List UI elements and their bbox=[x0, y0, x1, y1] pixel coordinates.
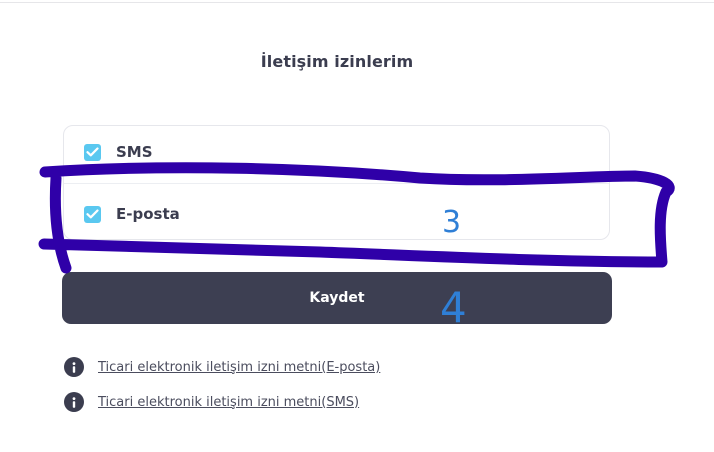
sms-permission-option[interactable]: SMS bbox=[84, 140, 153, 164]
info-icon bbox=[64, 357, 84, 377]
sms-consent-link[interactable]: Ticari elektronik iletişim izni metni(SM… bbox=[98, 395, 359, 410]
communication-permissions-page: İletişim izinlerim SMS E-posta Kaydet Ti… bbox=[0, 0, 714, 452]
email-consent-link[interactable]: Ticari elektronik iletişim izni metni(E-… bbox=[98, 360, 380, 375]
email-permission-option[interactable]: E-posta bbox=[84, 202, 180, 226]
save-button[interactable]: Kaydet bbox=[62, 272, 612, 324]
checkmark-icon bbox=[86, 147, 99, 157]
email-consent-link-row: Ticari elektronik iletişim izni metni(E-… bbox=[64, 357, 380, 377]
option-divider bbox=[64, 183, 609, 184]
sms-checkbox[interactable] bbox=[84, 143, 101, 161]
top-divider bbox=[0, 2, 714, 3]
sms-label: SMS bbox=[116, 143, 153, 161]
page-title: İletişim izinlerim bbox=[260, 52, 414, 71]
checkmark-icon bbox=[86, 209, 99, 219]
sms-consent-link-row: Ticari elektronik iletişim izni metni(SM… bbox=[64, 392, 359, 412]
email-label: E-posta bbox=[116, 205, 180, 223]
email-checkbox[interactable] bbox=[84, 205, 101, 223]
permissions-card: SMS E-posta bbox=[63, 125, 610, 240]
info-icon bbox=[64, 392, 84, 412]
